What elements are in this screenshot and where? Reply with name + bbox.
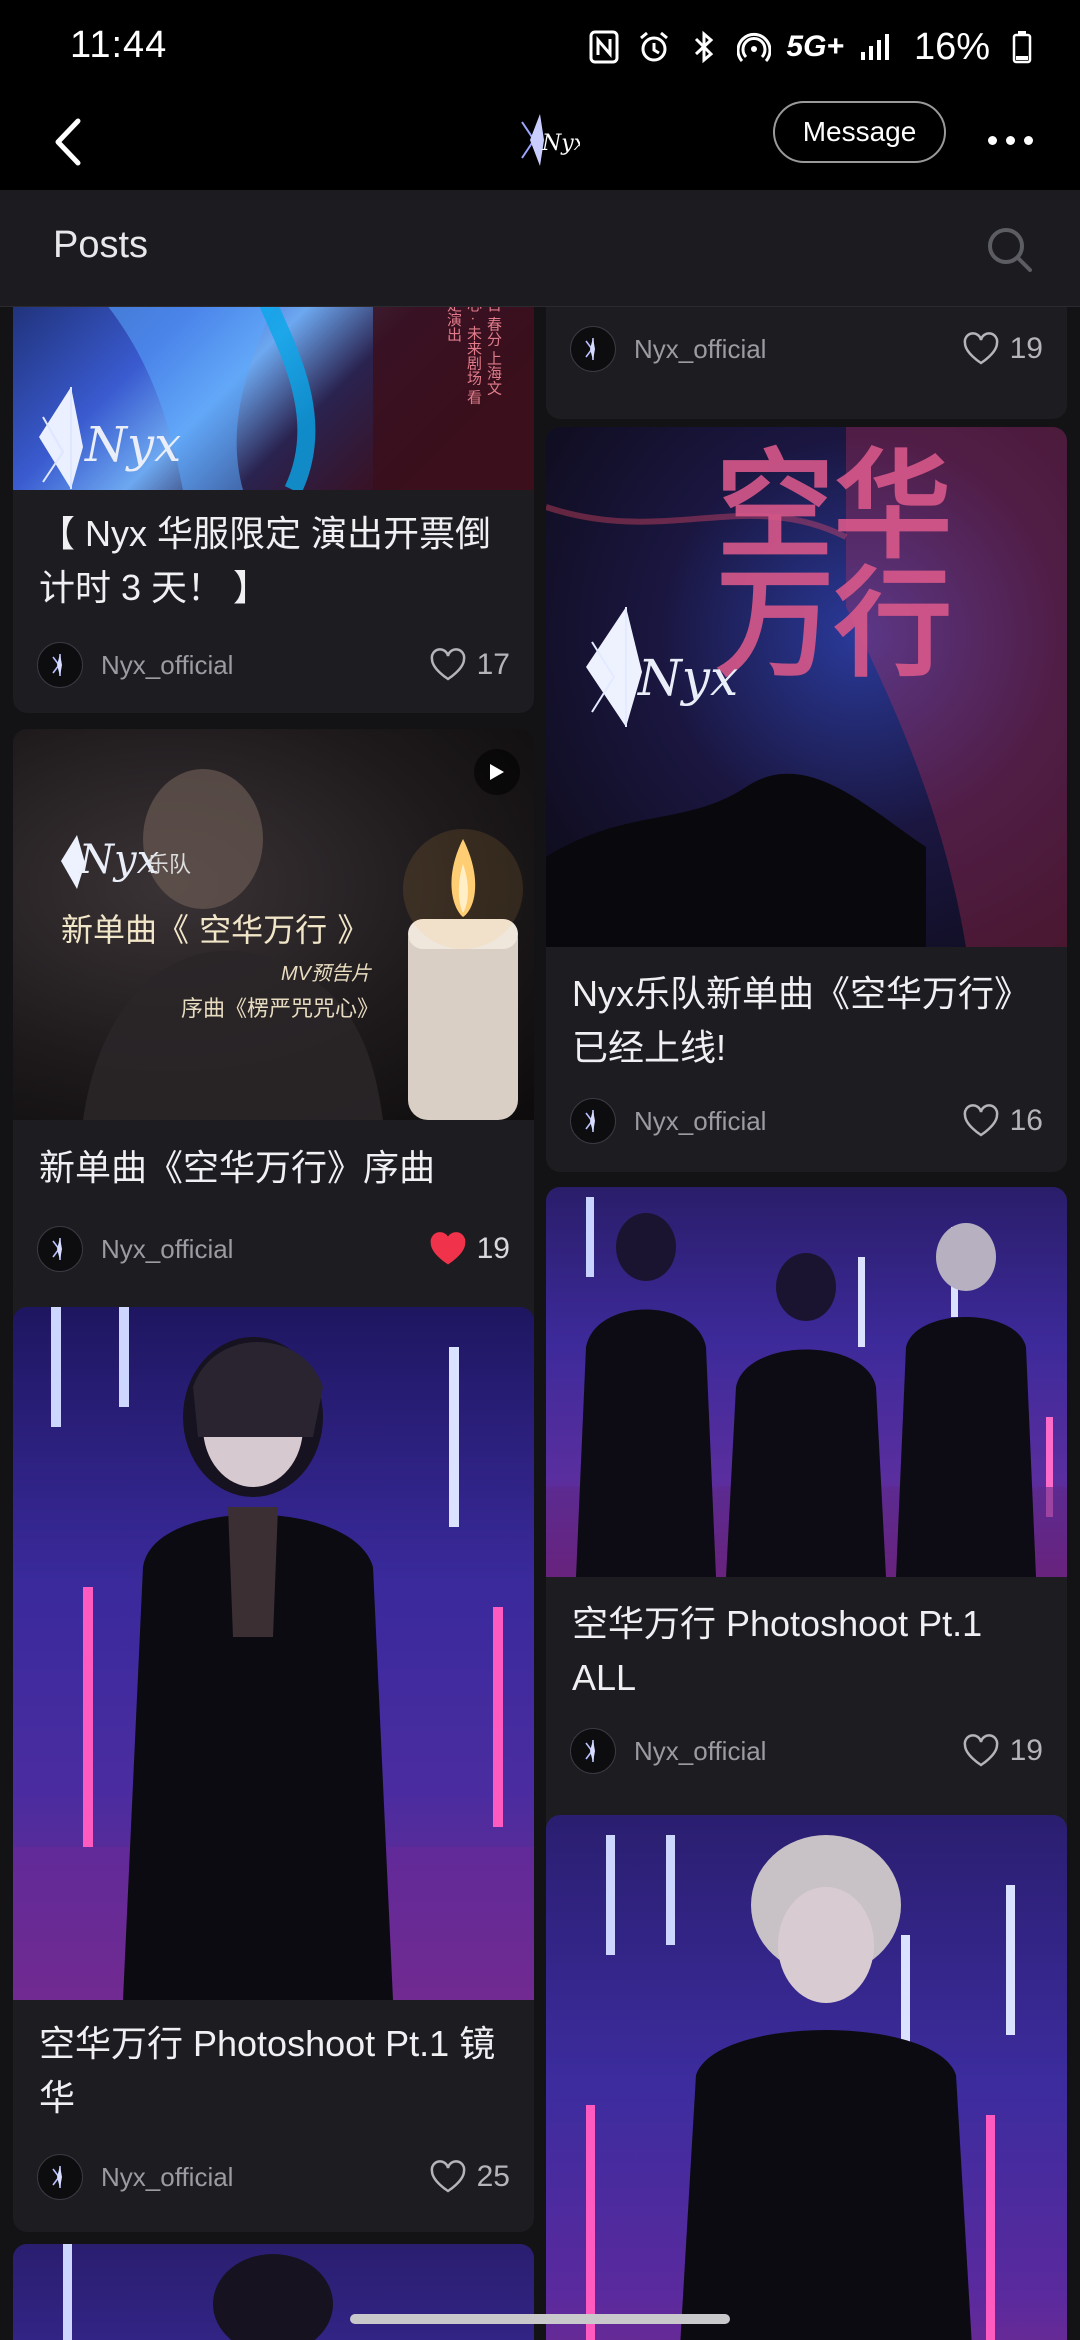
battery-percent: 16%: [913, 25, 990, 68]
post-meta: Nyx_official 17: [37, 641, 510, 689]
post-title: 空华万行 Photoshoot Pt.1 镜华: [39, 2023, 496, 2118]
post-card-mv[interactable]: Nyx 乐队 新单曲《 空华万行 》 MV预告片 序曲《楞严咒咒心》 新单曲《空…: [13, 729, 534, 1295]
author-name: Nyx_official: [101, 649, 234, 680]
heart-outline-icon: [963, 1734, 998, 1767]
posts-header: Posts: [0, 190, 1080, 307]
page-title: Posts: [53, 224, 149, 266]
search-icon: [988, 228, 1032, 272]
like-count: 19: [1009, 332, 1043, 365]
post-title: 新单曲《空华万行》序曲: [39, 1147, 436, 1188]
nfc-icon: [586, 29, 622, 65]
heart-outline-icon: [963, 1104, 998, 1137]
chevron-left-icon: [55, 118, 81, 166]
post-image: [546, 1187, 1067, 1577]
teaser-subtitle: MV预告片: [281, 963, 371, 985]
like-button[interactable]: 17: [429, 648, 510, 682]
author-avatar: [570, 1098, 616, 1144]
like-button[interactable]: 16: [962, 1104, 1043, 1138]
network-type: 5G+: [786, 30, 844, 63]
post-card[interactable]: [546, 1815, 1067, 2340]
heart-outline-icon: [430, 2160, 465, 2193]
brand-logo: Nyx: [500, 100, 587, 180]
status-time: 11:44: [70, 24, 168, 66]
svg-text:Nyx: Nyx: [541, 131, 580, 156]
post-title: Nyx乐队新单曲《空华万行》已经上线!: [572, 973, 1030, 1068]
like-count: 17: [476, 648, 510, 681]
bluetooth-icon: [686, 29, 722, 65]
post-meta: Nyx_official 19: [570, 325, 1043, 373]
status-bar: 11:44 5G+ 16%: [0, 0, 1080, 95]
like-count: 19: [476, 1232, 510, 1265]
calligraphy-title: 空华万行: [716, 436, 953, 693]
poster-logo: Nyx: [638, 649, 739, 707]
back-button[interactable]: [38, 111, 98, 173]
heart-outline-icon: [430, 648, 465, 681]
post-image: [546, 1815, 1067, 2340]
like-button[interactable]: 25: [429, 2160, 510, 2194]
like-button[interactable]: 19: [962, 332, 1043, 366]
post-meta: Nyx_official 19: [570, 1727, 1043, 1775]
play-icon[interactable]: [474, 749, 520, 795]
heart-outline-icon: [963, 332, 998, 365]
hotspot-icon: [736, 29, 772, 65]
author-name: Nyx_official: [634, 1735, 767, 1766]
post-meta: Nyx_official 16: [570, 1097, 1043, 1145]
status-icons: 5G+ 16%: [586, 22, 1040, 72]
more-horizontal-icon: [987, 135, 1033, 145]
signal-icon: [858, 29, 894, 65]
post-image: Nyx 乐队 新单曲《 空华万行 》 MV预告片 序曲《楞严咒咒心》: [13, 729, 534, 1120]
like-button[interactable]: 19: [962, 1734, 1043, 1768]
teaser-prelude: 序曲《楞严咒咒心》: [181, 996, 380, 1021]
posts-feed[interactable]: Nyx_official 19 Nyx 二十日 春分 上海文化中心 · 未来剧场…: [0, 307, 1080, 2340]
post-image: 空华万行 Nyx: [546, 427, 1067, 947]
post-image: [13, 2244, 534, 2340]
more-options-button[interactable]: [980, 115, 1040, 165]
top-app-bar: Nyx Message: [0, 95, 1080, 190]
post-title: 空华万行 Photoshoot Pt.1 ALL: [572, 1603, 983, 1698]
post-meta: Nyx_official 25: [37, 2153, 510, 2201]
post-title: 【 Nyx 华服限定 演出开票倒计时 3 天！ 】: [39, 513, 492, 608]
search-button[interactable]: [985, 225, 1035, 275]
author-name: Nyx_official: [634, 1105, 767, 1136]
post-card[interactable]: Nyx 二十日 春分 上海文化中心 · 未来剧场 看最限定演出 【 Nyx 华服…: [13, 307, 534, 713]
alarm-icon: [636, 29, 672, 65]
author-avatar: [570, 326, 616, 372]
author-avatar: [37, 642, 83, 688]
author-avatar: [570, 1728, 616, 1774]
author-avatar: [37, 1226, 83, 1272]
heart-filled-icon: [430, 1232, 465, 1265]
band-label: 乐队: [147, 852, 192, 877]
message-button[interactable]: Message: [773, 101, 946, 163]
like-count: 16: [1009, 1104, 1043, 1137]
teaser-title: 新单曲《 空华万行 》: [61, 911, 370, 949]
battery-icon: [1004, 29, 1040, 65]
home-indicator[interactable]: [350, 2314, 730, 2324]
author-name: Nyx_official: [101, 2161, 234, 2192]
like-count: 25: [476, 2160, 510, 2193]
author-avatar: [37, 2154, 83, 2200]
author-name: Nyx_official: [634, 333, 767, 364]
like-button[interactable]: 19: [429, 1232, 510, 1266]
post-meta: Nyx_official 19: [37, 1225, 510, 1273]
post-card[interactable]: 空华万行 Nyx Nyx乐队新单曲《空华万行》已经上线! Nyx_officia…: [546, 427, 1067, 1172]
post-image: [13, 1307, 534, 2000]
post-card[interactable]: 空华万行 Photoshoot Pt.1 镜华 Nyx_official 25: [13, 1307, 534, 2232]
like-count: 19: [1009, 1734, 1043, 1767]
poster-text: 二十日 春分 上海文化中心 · 未来剧场 看最限定演出: [445, 307, 502, 405]
post-image: Nyx 二十日 春分 上海文化中心 · 未来剧场 看最限定演出: [13, 307, 534, 490]
post-card[interactable]: [13, 2244, 534, 2340]
poster-logo: Nyx: [85, 417, 182, 473]
post-card[interactable]: Nyx_official 19: [546, 307, 1067, 419]
author-name: Nyx_official: [101, 1233, 234, 1264]
